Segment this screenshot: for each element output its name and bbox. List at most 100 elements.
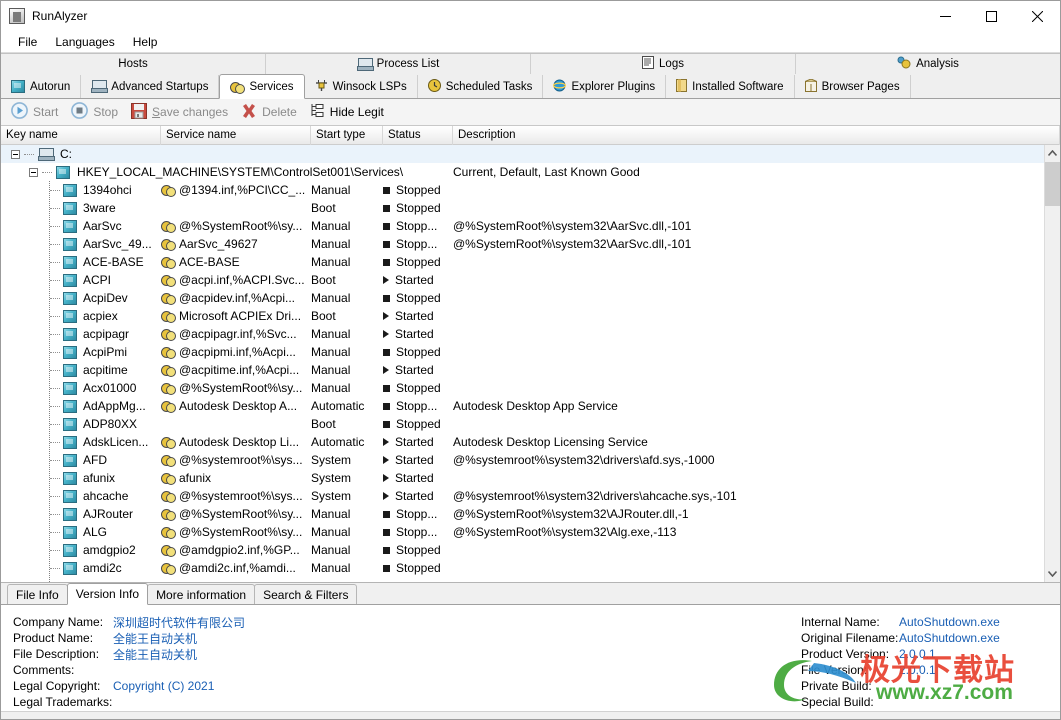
cell-start-type: System (311, 487, 383, 505)
registry-icon (63, 292, 77, 305)
tab-winsock-lsps[interactable]: Winsock LSPs (305, 75, 418, 98)
tree-row-root[interactable]: C: (1, 145, 1060, 163)
cell-description (453, 199, 1060, 217)
save-changes-button-label: Save changes (152, 105, 228, 119)
status-stopped-icon (383, 349, 390, 356)
tab-installed-software[interactable]: Installed Software (666, 75, 794, 98)
table-row[interactable]: AcpiPmi@acpipmi.inf,%Acpi...ManualStoppe… (1, 343, 1060, 361)
status-bar (1, 711, 1060, 719)
table-row[interactable]: AarSvc_49...AarSvc_49627ManualStopp...@%… (1, 235, 1060, 253)
tab-logs[interactable]: Logs (531, 54, 796, 74)
cell-service-name: @%systemroot%\sys... (161, 487, 311, 505)
scroll-down-icon[interactable] (1045, 565, 1061, 582)
table-row[interactable]: ahcache@%systemroot%\sys...SystemStarted… (1, 487, 1060, 505)
menu-help[interactable]: Help (124, 33, 167, 51)
menu-languages[interactable]: Languages (46, 33, 123, 51)
tab-more-information[interactable]: More information (147, 584, 255, 604)
status-label: Started (395, 469, 434, 487)
cell-status: Stopped (383, 541, 453, 559)
field-label: Company Name: (13, 615, 113, 629)
table-row[interactable]: AdAppMg...Autodesk Desktop A...Automatic… (1, 397, 1060, 415)
ie-icon (553, 79, 566, 95)
table-row[interactable]: acpitime@acpitime.inf,%Acpi...ManualStar… (1, 361, 1060, 379)
version-info-left-column: Company Name: 深圳超时代软件有限公司 Product Name: … (13, 614, 245, 710)
minimize-icon[interactable] (922, 1, 968, 31)
scroll-up-icon[interactable] (1045, 145, 1061, 162)
table-row[interactable]: AJRouter@%SystemRoot%\sy...ManualStopp..… (1, 505, 1060, 523)
tab-file-info[interactable]: File Info (7, 584, 68, 604)
cell-start-type: Boot (311, 199, 383, 217)
tab-analysis[interactable]: Analysis (796, 54, 1060, 74)
status-label: Stopped (396, 199, 441, 217)
vertical-scrollbar[interactable] (1044, 145, 1060, 582)
table-row[interactable]: AFD@%systemroot%\sys...SystemStarted@%sy… (1, 451, 1060, 469)
scrollbar-thumb[interactable] (1045, 162, 1061, 206)
column-header-status[interactable]: Status (383, 126, 453, 145)
gears-icon (161, 400, 175, 412)
table-row[interactable]: Acx01000@%SystemRoot%\sy...ManualStopped (1, 379, 1060, 397)
table-row[interactable]: AcpiDev@acpidev.inf,%Acpi...ManualStoppe… (1, 289, 1060, 307)
cell-service-name: afunix (161, 469, 311, 487)
tab-hosts[interactable]: Hosts (1, 54, 266, 74)
key-name-label: afunix (83, 469, 115, 487)
cell-service-name: @acpipmi.inf,%Acpi... (161, 343, 311, 361)
table-row[interactable]: ACE-BASEACE-BASEManualStopped (1, 253, 1060, 271)
tab-services[interactable]: Services (219, 74, 304, 99)
expander-root[interactable] (11, 150, 20, 159)
table-row[interactable]: AdskLicen...Autodesk Desktop Li...Automa… (1, 433, 1060, 451)
tree-row-hive[interactable]: HKEY_LOCAL_MACHINE\SYSTEM\ControlSet001\… (1, 163, 1060, 181)
table-row[interactable]: AarSvc@%SystemRoot%\sy...ManualStopp...@… (1, 217, 1060, 235)
tab-version-info[interactable]: Version Info (67, 583, 148, 605)
gears-icon (161, 364, 175, 376)
tab-browser-pages[interactable]: Browser Pages (795, 75, 911, 98)
registry-icon (63, 418, 77, 431)
table-row[interactable]: amdgpio2@amdgpio2.inf,%GP...ManualStoppe… (1, 541, 1060, 559)
close-icon[interactable] (1014, 1, 1060, 31)
tab-advanced-startups[interactable]: Advanced Startups (81, 75, 219, 98)
stop-button[interactable]: Stop (67, 100, 125, 124)
field-label: Legal Copyright: (13, 679, 113, 693)
table-row[interactable]: afunixafunixSystemStarted (1, 469, 1060, 487)
status-started-icon (383, 312, 389, 320)
column-header-service-name[interactable]: Service name (161, 126, 311, 145)
cell-status: Stopped (383, 379, 453, 397)
tree-line (50, 514, 60, 515)
cell-service-name: @acpitime.inf,%Acpi... (161, 361, 311, 379)
cell-description: Autodesk Desktop App Service (453, 397, 1060, 415)
registry-icon (63, 544, 77, 557)
column-header-start-type[interactable]: Start type (311, 126, 383, 145)
cell-description: @%SystemRoot%\system32\AarSvc.dll,-101 (453, 217, 1060, 235)
tab-explorer-plugins[interactable]: Explorer Plugins (543, 75, 666, 98)
menu-file[interactable]: File (9, 33, 46, 51)
start-button[interactable]: Start (7, 100, 65, 124)
table-row[interactable]: acpipagr@acpipagr.inf,%Svc...ManualStart… (1, 325, 1060, 343)
table-row[interactable]: 1394ohci@1394.inf,%PCI\CC_...ManualStopp… (1, 181, 1060, 199)
table-row[interactable]: 3wareBootStopped (1, 199, 1060, 217)
tab-scheduled-tasks-label: Scheduled Tasks (446, 81, 533, 93)
hide-legit-button[interactable]: Hide Legit (306, 101, 391, 123)
table-row[interactable]: ALG@%SystemRoot%\sy...ManualStopp...@%Sy… (1, 523, 1060, 541)
save-changes-button[interactable]: Save changes (127, 101, 235, 124)
table-row[interactable]: acpiexMicrosoft ACPIEx Dri...BootStarted (1, 307, 1060, 325)
app-icon (9, 8, 25, 24)
tab-autorun[interactable]: Autorun (1, 75, 81, 98)
service-name-label: @1394.inf,%PCI\CC_... (179, 181, 305, 199)
tab-search-filters[interactable]: Search & Filters (254, 584, 357, 604)
table-row[interactable]: ACPI@acpi.inf,%ACPI.Svc...BootStarted (1, 271, 1060, 289)
field-value: 2.0.0.1 (899, 663, 936, 677)
column-header-key-name[interactable]: Key name (1, 126, 161, 145)
tab-process-list[interactable]: Process List (266, 54, 531, 74)
maximize-icon[interactable] (968, 1, 1014, 31)
scrollbar-track[interactable] (1045, 162, 1061, 565)
table-row[interactable]: amdi2c@amdi2c.inf,%amdi...ManualStopped (1, 559, 1060, 577)
status-started-icon (383, 276, 389, 284)
table-row[interactable]: ADP80XXBootStopped (1, 415, 1060, 433)
tree-line (50, 460, 60, 461)
delete-button[interactable]: Delete (237, 101, 304, 124)
tab-scheduled-tasks[interactable]: Scheduled Tasks (418, 75, 544, 98)
expander-hive[interactable] (29, 168, 38, 177)
service-rows-container: 1394ohci@1394.inf,%PCI\CC_...ManualStopp… (1, 181, 1060, 577)
cell-key-name: amdi2c (1, 559, 161, 577)
column-header-description[interactable]: Description (453, 126, 1060, 145)
field-label: Special Build: (801, 695, 899, 709)
